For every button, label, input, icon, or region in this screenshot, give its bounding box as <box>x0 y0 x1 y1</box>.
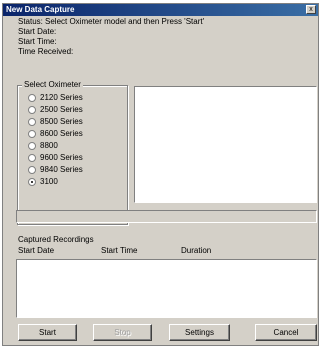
progress-bar <box>16 210 317 223</box>
radio-button[interactable] <box>28 141 36 150</box>
recordings-list[interactable] <box>16 259 317 318</box>
capture-display-area <box>134 86 317 203</box>
radio-label: 8600 Series <box>40 128 83 138</box>
start-time-label: Start Time: <box>18 37 57 46</box>
radio-button[interactable] <box>28 117 36 126</box>
status-value: Select Oximeter model and then Press 'St… <box>45 17 205 26</box>
radio-option-8600-series[interactable]: 8600 Series <box>28 128 83 139</box>
start-button[interactable]: Start <box>18 324 77 341</box>
radio-button-selected[interactable] <box>28 177 36 186</box>
radio-button[interactable] <box>28 165 36 174</box>
radio-label: 8800 <box>40 140 58 150</box>
status-label: Status: <box>18 17 43 26</box>
radio-label: 2500 Series <box>40 104 83 114</box>
radio-label: 9600 Series <box>40 152 83 162</box>
radio-option-8500-series[interactable]: 8500 Series <box>28 116 83 127</box>
radio-label: 3100 <box>40 176 58 186</box>
radio-label: 2120 Series <box>40 92 83 102</box>
close-icon: x <box>309 6 313 13</box>
column-header-start-date[interactable]: Start Date <box>18 246 54 256</box>
column-header-start-time[interactable]: Start Time <box>101 246 137 256</box>
start-date-label: Start Date: <box>18 27 57 36</box>
radio-button[interactable] <box>28 93 36 102</box>
radio-button[interactable] <box>28 105 36 114</box>
radio-label: 9840 Series <box>40 164 83 174</box>
radio-option-3100[interactable]: 3100 <box>28 176 58 187</box>
settings-button[interactable]: Settings <box>169 324 230 341</box>
radio-option-2120-series[interactable]: 2120 Series <box>28 92 83 103</box>
radio-option-2500-series[interactable]: 2500 Series <box>28 104 83 115</box>
radio-option-9600-series[interactable]: 9600 Series <box>28 152 83 163</box>
radio-button[interactable] <box>28 153 36 162</box>
captured-recordings-title: Captured Recordings <box>18 235 94 244</box>
radio-button[interactable] <box>28 129 36 138</box>
close-button[interactable]: x <box>306 5 316 14</box>
radio-label: 8500 Series <box>40 116 83 126</box>
time-received-label: Time Received: <box>18 47 74 56</box>
column-header-duration[interactable]: Duration <box>181 246 211 256</box>
title-bar[interactable]: New Data Capture x <box>3 4 318 16</box>
window-title: New Data Capture <box>6 5 75 14</box>
radio-option-9840-series[interactable]: 9840 Series <box>28 164 83 175</box>
radio-option-8800[interactable]: 8800 <box>28 140 58 151</box>
stop-button[interactable]: Stop <box>93 324 152 341</box>
cancel-button[interactable]: Cancel <box>255 324 317 341</box>
select-oximeter-title: Select Oximeter <box>22 80 83 90</box>
